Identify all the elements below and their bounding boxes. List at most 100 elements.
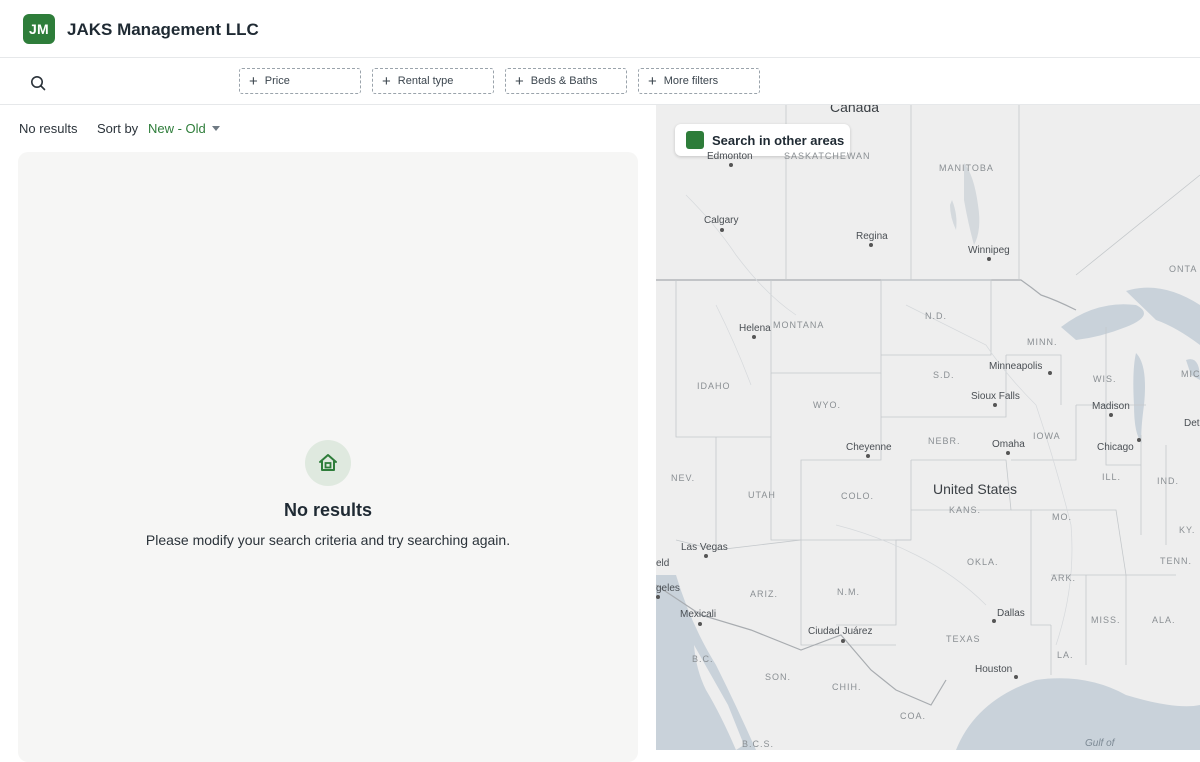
map-region-label: OKLA. <box>967 557 999 567</box>
plus-icon: + <box>648 72 657 90</box>
map-region-label: MINN. <box>1027 337 1058 347</box>
beds-baths-filter-button[interactable]: + Beds & Baths <box>505 68 627 94</box>
map-country-label: Canada <box>830 105 880 115</box>
city-dot <box>869 243 873 247</box>
checkbox-checked-icon[interactable] <box>676 126 704 149</box>
map-region-label: ILL. <box>1102 472 1122 482</box>
city-dot <box>1048 371 1052 375</box>
empty-results-card: No results Please modify your search cri… <box>18 152 638 762</box>
city-dot <box>656 595 660 599</box>
map-region-label: CHIH. <box>832 682 862 692</box>
empty-state-title: No results <box>283 500 373 520</box>
city-dot <box>993 403 997 407</box>
map-city-label: Omaha <box>992 439 1025 450</box>
chip-label: Beds & Baths <box>530 75 598 87</box>
filter-bar: + Price + Rental type + Beds & Baths + More … <box>0 59 1200 105</box>
plus-icon: + <box>249 72 258 90</box>
map-region-label: MO. <box>1052 512 1072 522</box>
map-region-label: ARK. <box>1051 573 1077 583</box>
city-dot <box>992 619 996 623</box>
map-canvas <box>656 105 1200 750</box>
app-header: JM JAKS Management LLC <box>0 0 1200 58</box>
map-region-label: MISS. <box>1091 615 1121 625</box>
price-filter-button[interactable]: + Price <box>239 68 361 94</box>
company-name[interactable]: JAKS Management LLC <box>67 20 259 40</box>
chip-label: Rental type <box>397 75 454 87</box>
map-city-label: Winnipeg <box>968 245 1010 256</box>
map-city-label: Madison <box>1092 401 1130 412</box>
map-city-label: Ciudad Juárez <box>808 626 873 637</box>
map-city-label: eld <box>656 558 670 569</box>
map-region-label: IDAHO <box>697 381 731 391</box>
city-dot <box>704 554 708 558</box>
map-city-label: Chicago <box>1097 442 1134 453</box>
map-region-label: MANITOBA <box>939 163 994 173</box>
map-region-label: NEBR. <box>928 436 961 446</box>
map-city-label: Cheyenne <box>846 442 892 453</box>
map-region-label: B.C. <box>692 654 714 664</box>
sort-label: Sort by <box>97 121 139 136</box>
rental-type-filter-button[interactable]: + Rental type <box>372 68 494 94</box>
house-icon <box>305 440 351 486</box>
map-region-label: NEV. <box>671 473 696 483</box>
city-dot <box>1006 451 1010 455</box>
caret-down-icon[interactable] <box>212 126 220 131</box>
sort-dropdown[interactable]: New - Old <box>148 121 206 136</box>
map-city-label: Edmonton <box>707 151 753 162</box>
city-dot <box>729 163 733 167</box>
map-region-label: KANS. <box>949 505 982 515</box>
map-region-label: N.M. <box>837 587 860 597</box>
empty-state-message: Please modify your search criteria and t… <box>145 532 511 548</box>
chip-label: Price <box>264 75 290 87</box>
map-water-label: Gulf of <box>1085 738 1115 749</box>
plus-icon: + <box>515 72 524 90</box>
map-city-label: Sioux Falls <box>971 391 1020 402</box>
listing-panel: No results Sort by New - Old No results … <box>0 105 656 762</box>
map-region-label: IND. <box>1157 476 1179 486</box>
map-city-label: Detro <box>1184 418 1200 429</box>
map-city-label: Regina <box>856 231 888 242</box>
map-region-label: SASKATCHEWAN <box>784 151 871 161</box>
map-city-label: Dallas <box>997 608 1025 619</box>
plus-icon: + <box>382 72 391 90</box>
map-region-label: WIS. <box>1093 374 1117 384</box>
map-region-label: ALA. <box>1152 615 1176 625</box>
map-region-label: KY. <box>1179 525 1196 535</box>
city-dot <box>987 257 991 261</box>
map-region-label: IOWA <box>1033 431 1061 441</box>
results-count: No results <box>19 121 78 136</box>
map-region-label: TENN. <box>1160 556 1192 566</box>
map-city-label: Mexicali <box>680 609 717 620</box>
city-dot <box>841 639 845 643</box>
chip-label: More filters <box>663 75 719 87</box>
map-region-label: COA. <box>900 711 927 721</box>
map-city-label: geles <box>656 583 680 594</box>
more-filters-button[interactable]: + More filters <box>638 68 760 94</box>
map-country-label: United States <box>933 481 1018 497</box>
map-region-label: WYO. <box>813 400 841 410</box>
city-dot <box>866 454 870 458</box>
map-region-label: LA. <box>1057 650 1074 660</box>
map-city-label: Helena <box>739 323 771 334</box>
map-region-label: UTAH <box>748 490 776 500</box>
city-dot <box>752 335 756 339</box>
company-logo[interactable]: JM <box>23 14 55 44</box>
map-region-label: MONTANA <box>773 320 825 330</box>
map-region-label: S.D. <box>933 370 955 380</box>
map-region-label: ONTA <box>1169 264 1198 274</box>
map-region-label: TEXAS <box>946 634 981 644</box>
toggle-label: Search in other areas <box>712 132 845 148</box>
map-view[interactable]: Search in other areas Canada United Stat… <box>656 105 1200 750</box>
city-dot <box>1137 438 1141 442</box>
map-city-label: Houston <box>975 664 1013 675</box>
city-dot <box>1109 413 1113 417</box>
city-dot <box>698 622 702 626</box>
search-icon[interactable] <box>28 73 48 93</box>
map-region-label: B.C.S. <box>742 739 775 749</box>
city-dot <box>720 228 724 232</box>
map-region-label: N.D. <box>925 311 947 321</box>
map-city-label: Las Vegas <box>681 542 728 553</box>
map-city-label: Minneapolis <box>989 361 1043 372</box>
map-region-label: MICH <box>1181 369 1200 379</box>
map-region-label: COLO. <box>841 491 875 501</box>
